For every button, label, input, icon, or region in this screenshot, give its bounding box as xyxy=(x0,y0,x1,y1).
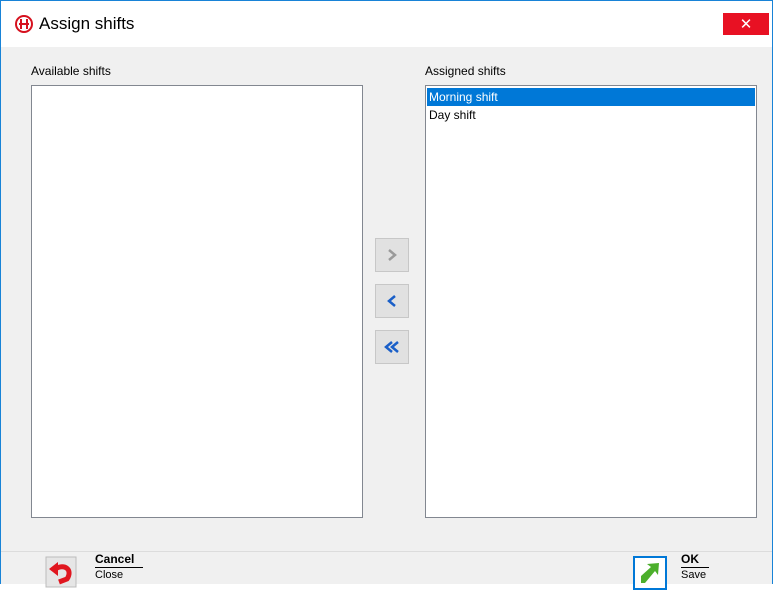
cancel-divider xyxy=(95,567,143,568)
title-bar[interactable]: Assign shifts ✕ xyxy=(1,1,772,47)
move-all-left-button[interactable] xyxy=(375,330,409,364)
chevron-left-icon xyxy=(387,295,396,307)
window-title: Assign shifts xyxy=(39,14,135,33)
double-chevron-left-icon xyxy=(384,341,399,353)
ok-title: OK xyxy=(681,552,699,566)
close-button[interactable]: ✕ xyxy=(723,13,769,35)
assigned-shifts-label: Assigned shifts xyxy=(425,64,506,78)
cancel-title: Cancel xyxy=(95,552,135,566)
ok-divider xyxy=(681,567,709,568)
undo-arrow-icon xyxy=(45,556,77,588)
cancel-subtitle: Close xyxy=(95,569,124,581)
assigned-shifts-list[interactable]: Morning shift Day shift xyxy=(425,85,757,518)
move-right-button[interactable] xyxy=(375,238,409,272)
available-shifts-list[interactable] xyxy=(31,85,363,518)
assign-shifts-dialog: Assign shifts ✕ Available shifts Assigne… xyxy=(0,0,773,590)
app-logo-icon xyxy=(15,15,33,33)
chevron-right-icon xyxy=(388,249,397,261)
green-arrow-icon xyxy=(633,556,667,590)
list-item[interactable]: Day shift xyxy=(427,106,755,124)
ok-subtitle: Save xyxy=(681,569,707,581)
move-left-button[interactable] xyxy=(375,284,409,318)
available-shifts-label: Available shifts xyxy=(31,64,111,78)
list-item[interactable]: Morning shift xyxy=(427,88,755,106)
